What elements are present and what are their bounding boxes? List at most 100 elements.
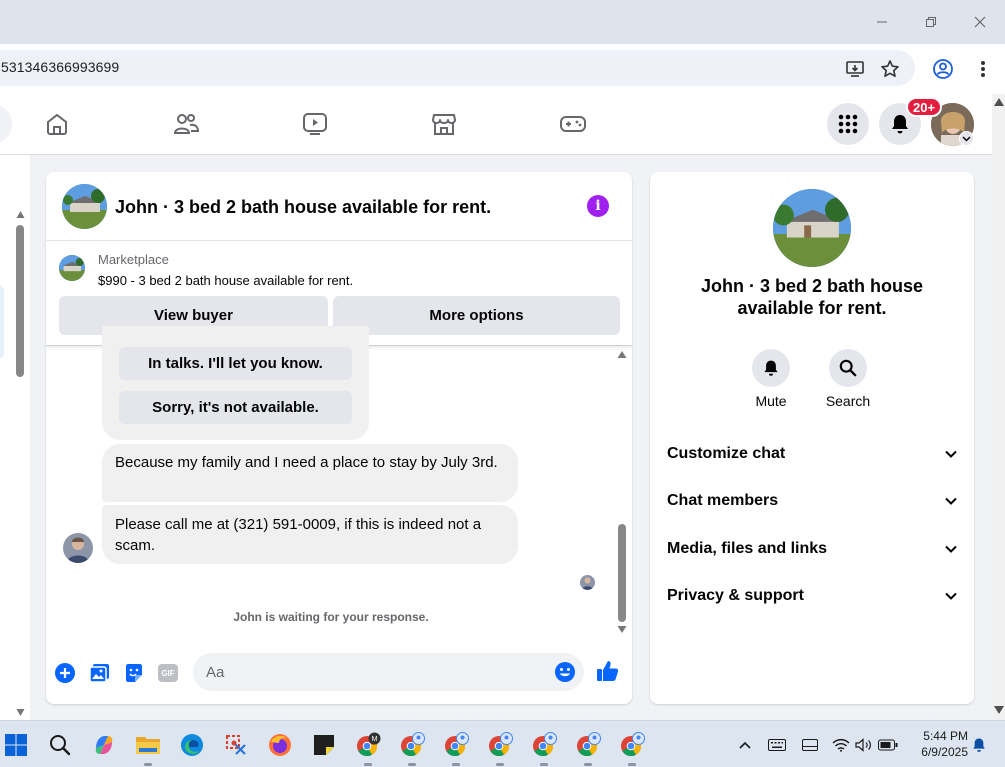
running-indicator: [628, 763, 636, 766]
battery-icon[interactable]: [875, 730, 901, 760]
svg-text:M: M: [372, 736, 378, 743]
chrome-profile-icon[interactable]: [529, 730, 559, 766]
marketplace-icon[interactable]: [429, 109, 459, 139]
listing-thumbnail[interactable]: [59, 255, 85, 281]
profile-icon[interactable]: [931, 57, 955, 81]
snipping-tool-icon[interactable]: [221, 730, 251, 760]
address-bar: 531346366993699: [0, 44, 1005, 94]
section-privacy-support[interactable]: Privacy & support: [667, 581, 957, 611]
chrome-profile-icon[interactable]: [397, 730, 427, 766]
file-explorer-icon[interactable]: [133, 730, 163, 766]
close-icon[interactable]: [968, 10, 992, 34]
sticker-icon[interactable]: [122, 661, 146, 685]
windows-taskbar: M 5:44 PM 6/9/2025: [0, 720, 1005, 767]
more-options-button[interactable]: More options: [333, 296, 620, 335]
chat-scrollbar[interactable]: [616, 348, 628, 636]
running-indicator: [408, 763, 416, 766]
chevron-down-icon: [945, 497, 957, 505]
chat-title: John · 3 bed 2 bath house available for …: [115, 197, 492, 217]
conversation-info-panel: John · 3 bed 2 bath house available for …: [650, 172, 974, 704]
more-actions-plus-icon[interactable]: [53, 661, 77, 685]
message-bubble: Because my family and I need a place to …: [102, 444, 518, 502]
search-icon[interactable]: [45, 730, 75, 760]
mute-button[interactable]: Mute: [741, 349, 801, 409]
volume-icon[interactable]: [851, 730, 877, 760]
menu-grid-icon[interactable]: [827, 103, 869, 145]
fb-search-box[interactable]: [0, 104, 12, 144]
chrome-profile-icon[interactable]: M: [353, 730, 383, 766]
notification-bell-icon[interactable]: [966, 730, 992, 760]
system-clock[interactable]: 5:44 PM 6/9/2025: [906, 728, 968, 760]
emoji-icon[interactable]: [553, 660, 577, 684]
account-chevron-icon[interactable]: [959, 131, 974, 146]
search-label: Search: [825, 393, 871, 409]
quick-reply-button[interactable]: Sorry, it's not available.: [119, 391, 352, 424]
like-thumb-icon[interactable]: [596, 659, 620, 683]
section-chat-members[interactable]: Chat members: [667, 486, 957, 516]
browser-title-bar: [0, 0, 1005, 44]
chrome-profile-icon[interactable]: [441, 730, 471, 766]
chrome-profile-icon[interactable]: [617, 730, 647, 766]
running-indicator: [452, 763, 460, 766]
scroll-up-arrow-icon[interactable]: [16, 210, 25, 219]
edge-icon[interactable]: [177, 730, 207, 760]
running-indicator: [364, 763, 372, 766]
tablet-mode-icon[interactable]: [796, 730, 824, 760]
running-indicator: [144, 763, 152, 766]
running-indicator: [584, 763, 592, 766]
conversation-info-icon[interactable]: i: [587, 195, 609, 217]
page-scrollbar[interactable]: [993, 94, 1005, 720]
search-in-chat-button[interactable]: Search: [818, 349, 878, 409]
info-avatar[interactable]: [773, 189, 851, 267]
chevron-down-icon: [945, 592, 957, 600]
marketplace-label: Marketplace: [98, 252, 169, 267]
notification-count-badge: 20+: [906, 97, 943, 117]
section-label: Customize chat: [667, 445, 786, 462]
gif-icon[interactable]: GIF: [156, 661, 180, 685]
section-media-files-links[interactable]: Media, files and links: [667, 534, 957, 564]
friends-icon[interactable]: [171, 109, 201, 139]
clock-time: 5:44 PM: [923, 729, 968, 743]
sidebar-item-selected[interactable]: [0, 285, 4, 359]
windows-start-icon[interactable]: [1, 730, 31, 760]
home-icon[interactable]: [42, 109, 72, 139]
show-hidden-icons-chevron-up-icon[interactable]: [731, 730, 759, 760]
section-customize-chat[interactable]: Customize chat: [667, 439, 957, 469]
copilot-icon[interactable]: [89, 730, 119, 760]
clock-date: 6/9/2025: [921, 745, 968, 759]
url-text[interactable]: 531346366993699: [1, 59, 119, 75]
attach-photo-icon[interactable]: [88, 661, 112, 685]
chat-avatar[interactable]: [62, 184, 107, 229]
waiting-notice: John is waiting for your response.: [233, 610, 429, 624]
gaming-icon[interactable]: [558, 109, 588, 139]
chrome-profile-icon[interactable]: [573, 730, 603, 766]
minimize-icon[interactable]: [870, 10, 894, 34]
chat-header: John · 3 bed 2 bath house available for …: [46, 172, 632, 241]
gif-label: GIF: [158, 664, 178, 682]
left-sidebar: [0, 155, 30, 720]
video-icon[interactable]: [300, 109, 330, 139]
firefox-icon[interactable]: [265, 730, 295, 760]
chrome-profile-icon[interactable]: [485, 730, 515, 766]
sender-avatar[interactable]: [63, 533, 93, 563]
search-icon[interactable]: [829, 349, 867, 387]
sidebar-scrollbar-thumb[interactable]: [16, 225, 24, 377]
browser-menu-icon[interactable]: [971, 57, 995, 81]
keyboard-icon[interactable]: [763, 730, 791, 760]
url-box[interactable]: 531346366993699: [0, 50, 915, 86]
facebook-nav-bar: [0, 94, 992, 155]
restore-icon[interactable]: [919, 10, 943, 34]
install-app-icon[interactable]: [843, 57, 867, 81]
mute-bell-icon[interactable]: [752, 349, 790, 387]
section-label: Media, files and links: [667, 540, 828, 557]
scroll-down-arrow-icon[interactable]: [16, 708, 25, 717]
quick-reply-button[interactable]: In talks. I'll let you know.: [119, 347, 352, 380]
chevron-down-icon: [945, 545, 957, 553]
bookmark-star-icon[interactable]: [878, 57, 902, 81]
message-list: In talks. I'll let you know. Sorry, it's…: [46, 326, 632, 636]
seen-receipt-avatar: [580, 575, 595, 590]
listing-title[interactable]: $990 - 3 bed 2 bath house available for …: [98, 273, 353, 288]
message-input[interactable]: [193, 653, 584, 691]
running-indicator: [496, 763, 504, 766]
sticky-notes-icon[interactable]: [309, 730, 339, 760]
